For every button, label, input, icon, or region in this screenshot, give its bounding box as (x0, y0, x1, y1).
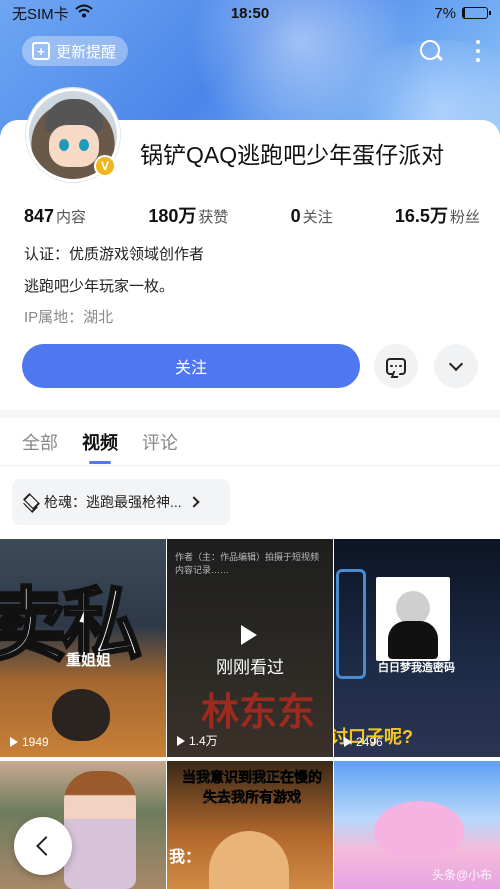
certification-text: 认证：优质游戏领域创作者 (24, 246, 205, 263)
tab-videos[interactable]: 视频 (82, 418, 118, 466)
video-thumbnail[interactable]: 作者（主：作品编辑）拍摄于短视频内容记录…… 刚刚看过 林东东 1.4万 (167, 539, 333, 757)
back-button[interactable] (14, 817, 72, 875)
chat-icon (386, 357, 406, 375)
wifi-icon (75, 4, 93, 22)
video-thumbnail[interactable]: 头条@小布 (334, 761, 500, 889)
meme-caption: 白日梦我造密码 (378, 662, 455, 674)
collection-chip[interactable]: 枪魂：逃跑最强枪神... (12, 479, 230, 525)
game-frame-decoration (336, 569, 366, 679)
more-options-icon[interactable] (474, 38, 482, 64)
video-thumbnail[interactable]: 当我意识到我正在慢的失去我所有游戏 我： (167, 761, 333, 889)
view-count: 2496 (344, 735, 383, 749)
tab-comments[interactable]: 评论 (142, 418, 178, 466)
update-reminder-label: 更新提醒 (56, 43, 117, 61)
video-thumbnail[interactable]: 白日梦我造密码 讨口子呢? 2496 (334, 539, 500, 757)
view-count: 1949 (10, 735, 49, 749)
chevron-down-icon (448, 356, 464, 371)
stat-content[interactable]: 847 内容 (24, 206, 86, 227)
play-icon (344, 737, 352, 747)
add-bookmark-icon: + (32, 42, 50, 60)
stat-value: 180万 (148, 206, 197, 226)
cat-image (209, 831, 289, 889)
view-count: 1.4万 (177, 732, 218, 749)
carrier-label: 无SIM卡 (12, 5, 69, 23)
thumbnail-small-text: 作者（主：作品编辑）拍摄于短视频内容记录…… (175, 552, 320, 575)
thumbnail-overlay-text: 当我意识到我正在慢的失去我所有游戏 (182, 769, 323, 806)
ip-location: IP属地：湖北 (24, 309, 114, 326)
play-icon (241, 625, 257, 645)
thumbnail-overlay-text: 林东东 (201, 692, 316, 734)
recently-watched-label: 刚刚看过 (216, 658, 284, 677)
collection-label: 枪魂：逃跑最强枪神... (44, 494, 182, 510)
clock: 18:50 (230, 4, 270, 22)
video-grid: 卖私 重姐姐 1949 作者（主：作品编辑）拍摄于短视频内容记录…… 刚刚看过 … (0, 539, 500, 889)
update-reminder-button[interactable]: + 更新提醒 (22, 36, 129, 66)
verified-badge-icon: V (94, 155, 116, 177)
status-bar: 无SIM卡 18:50 7% (0, 0, 500, 26)
content-tabs: 全部 视频 评论 (0, 418, 500, 466)
stat-followers[interactable]: 16.5万 粉丝 (395, 202, 480, 228)
follow-button[interactable]: 关注 (22, 344, 360, 388)
play-icon (177, 735, 185, 746)
bio-text: 逃跑吧少年玩家一枚。 (24, 278, 175, 295)
watermark: 头条@小布 (431, 868, 492, 882)
character-image (52, 689, 110, 741)
meme-image (376, 577, 450, 661)
chevron-right-icon (188, 496, 200, 508)
battery-icon (462, 7, 491, 19)
stat-label: 关注 (302, 209, 333, 226)
stat-value: 0 (290, 206, 301, 226)
stat-label: 获赞 (198, 209, 229, 226)
battery-percent: 7% (434, 4, 456, 22)
expand-button[interactable] (434, 344, 478, 388)
video-thumbnail[interactable]: 卖私 重姐姐 1949 (0, 539, 166, 757)
layers-icon (22, 494, 38, 510)
stat-label: 内容 (56, 209, 87, 226)
section-divider (0, 410, 500, 418)
tab-all[interactable]: 全部 (22, 418, 58, 466)
stat-value: 847 (24, 206, 55, 226)
stat-following[interactable]: 0 关注 (291, 206, 333, 227)
thumbnail-subtitle: 重姐姐 (66, 652, 112, 669)
message-button[interactable] (374, 344, 418, 388)
character-image (64, 771, 136, 889)
play-icon (10, 737, 18, 747)
thumbnail-label: 我： (169, 849, 202, 866)
chevron-left-icon (36, 836, 56, 856)
profile-stats: 847 内容 180万 获赞 0 关注 16.5万 粉丝 (24, 202, 480, 228)
stat-label: 粉丝 (449, 209, 480, 226)
view-count-value: 1949 (22, 735, 49, 749)
stat-likes[interactable]: 180万 获赞 (148, 202, 228, 228)
game-scene-image (374, 801, 464, 861)
view-count-value: 2496 (356, 735, 383, 749)
username: 锅铲QAQ逃跑吧少年蛋仔派对 (140, 142, 445, 168)
view-count-value: 1.4万 (189, 734, 218, 748)
search-icon[interactable] (418, 38, 444, 64)
stat-value: 16.5万 (394, 206, 448, 226)
